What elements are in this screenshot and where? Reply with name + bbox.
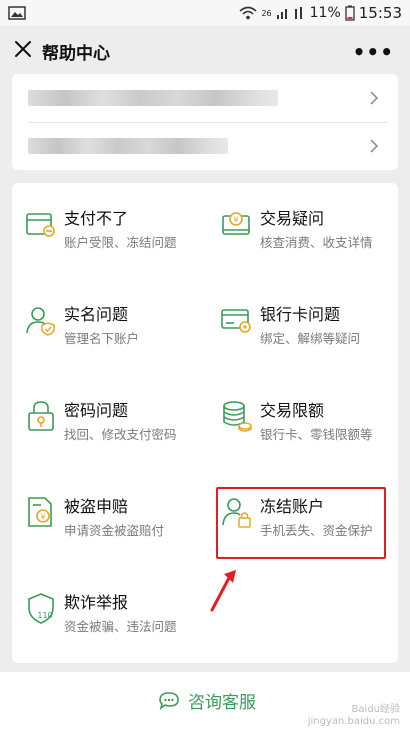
payment-doubt-icon: ¥	[222, 212, 250, 235]
topic-subtitle: 管理名下账户	[64, 331, 140, 346]
chat-bubble-icon	[159, 691, 179, 710]
blurred-content	[28, 138, 228, 154]
card-lock-icon	[26, 213, 55, 237]
more-options-button[interactable]: •••	[353, 40, 394, 64]
topic-subtitle: 核查消费、收支详情	[260, 235, 373, 250]
topic-subtitle: 银行卡、零钱限额等	[260, 427, 373, 442]
topic-subtitle: 资金被骗、违法问题	[64, 619, 177, 634]
chevron-right-icon	[370, 139, 379, 153]
watermark-line-1: Baidu经验	[351, 704, 400, 715]
recent-orders-card	[12, 74, 398, 170]
signal-icon-2	[294, 7, 302, 19]
coin-stack-icon	[223, 401, 252, 432]
status-bar: 26 11% 15:53	[0, 0, 410, 26]
topic-transaction-limit[interactable]: 交易限额 银行卡、零钱限额等	[208, 375, 398, 469]
signal-icon	[276, 9, 287, 19]
password-lock-icon	[28, 401, 54, 431]
topic-bank-card[interactable]: 银行卡问题 绑定、解绑等疑问	[208, 279, 398, 373]
close-icon[interactable]	[12, 38, 34, 60]
clock-time: 15:53	[358, 4, 402, 22]
contact-support-button[interactable]: 咨询客服	[158, 688, 256, 713]
topic-real-name[interactable]: 实名问题 管理名下账户	[12, 279, 202, 373]
claim-document-icon: ¥	[28, 497, 52, 527]
help-topics-card: 支付不了 账户受限、冻结问题 ¥ 交易疑问 核查消费、收支详情 实名问题 管理名…	[12, 183, 398, 663]
svg-text:¥: ¥	[233, 216, 238, 225]
svg-text:110: 110	[37, 611, 52, 620]
image-notification-icon	[8, 6, 26, 20]
blurred-content	[28, 90, 278, 106]
nav-bar: 帮助中心 •••	[0, 26, 410, 74]
contact-support-label: 咨询客服	[188, 693, 256, 713]
watermark-line-2: jingyan.baidu.com	[307, 716, 400, 727]
topic-subtitle: 账户受限、冻结问题	[64, 235, 177, 250]
status-left	[8, 6, 26, 20]
topic-title: 密码问题	[64, 401, 129, 420]
battery-percent: 11%	[309, 5, 341, 21]
blurred-row-2[interactable]	[12, 122, 398, 170]
svg-text:¥: ¥	[40, 513, 45, 522]
user-shield-icon	[26, 307, 55, 336]
topic-fraud-report[interactable]: 110 欺诈举报 资金被骗、违法问题	[12, 567, 202, 661]
bank-card-gear-icon	[221, 309, 251, 333]
topic-subtitle: 申请资金被盗赔付	[64, 523, 165, 538]
bottom-bar: 咨询客服 Baidu经验 jingyan.baidu.com	[0, 672, 410, 734]
battery-icon	[345, 5, 355, 21]
topic-cannot-pay[interactable]: 支付不了 账户受限、冻结问题	[12, 183, 202, 277]
highlight-box	[216, 487, 386, 559]
watermark: Baidu经验 jingyan.baidu.com	[308, 704, 400, 728]
topic-subtitle: 找回、修改支付密码	[64, 427, 177, 442]
report-110-icon: 110	[28, 593, 54, 624]
page-title: 帮助中心	[42, 44, 110, 64]
topic-title: 交易疑问	[260, 209, 325, 228]
chevron-right-icon	[370, 91, 379, 105]
topic-password[interactable]: 密码问题 找回、修改支付密码	[12, 375, 202, 469]
network-tag: 26	[261, 8, 272, 18]
topic-subtitle: 绑定、解绑等疑问	[260, 331, 361, 346]
topic-title: 被盗申赔	[64, 497, 129, 516]
topic-title: 实名问题	[64, 305, 129, 324]
topic-transaction-doubt[interactable]: ¥ 交易疑问 核查消费、收支详情	[208, 183, 398, 277]
wifi-icon	[239, 6, 257, 20]
annotation-arrow-icon	[210, 570, 236, 612]
blurred-row-1[interactable]	[12, 74, 398, 122]
topic-theft-claim[interactable]: ¥ 被盗申赔 申请资金被盗赔付	[12, 471, 202, 565]
topic-title: 支付不了	[64, 209, 129, 228]
topic-title: 交易限额	[260, 401, 325, 420]
topic-title: 银行卡问题	[260, 305, 341, 324]
topic-title: 欺诈举报	[64, 593, 129, 612]
status-right: 26 11% 15:53	[239, 4, 402, 22]
